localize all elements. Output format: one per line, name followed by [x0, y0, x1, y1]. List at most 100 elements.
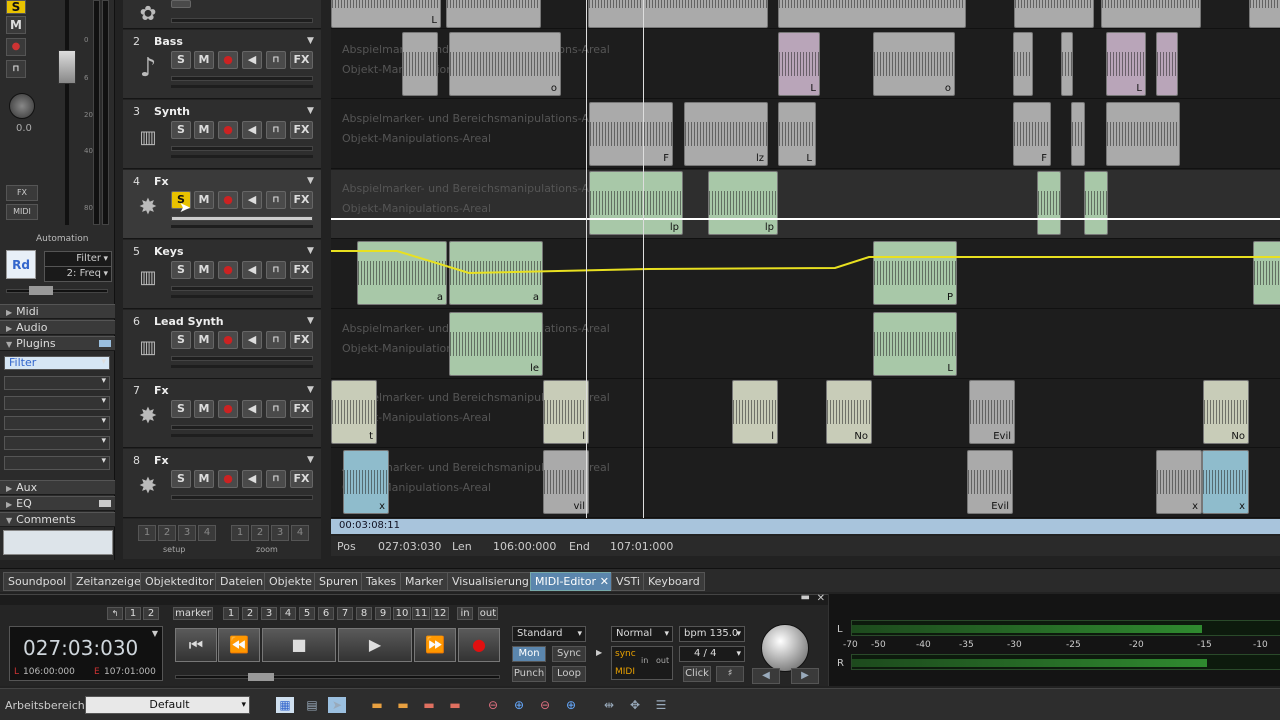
- loop-back-icon[interactable]: ↰: [107, 607, 123, 620]
- out-button[interactable]: out: [478, 607, 498, 620]
- plugin-slot-2[interactable]: [4, 376, 110, 390]
- fx-button[interactable]: FX: [290, 191, 313, 209]
- tab-objekte[interactable]: Objekte: [264, 572, 317, 591]
- section-comments[interactable]: ▼ Comments: [0, 512, 115, 527]
- audio-clip[interactable]: lp: [589, 171, 683, 235]
- marker-button-6[interactable]: 6: [318, 607, 334, 620]
- fx-dropdown[interactable]: FX: [6, 185, 38, 201]
- lock-icon[interactable]: ⊓: [266, 121, 286, 139]
- audio-clip[interactable]: L: [873, 312, 957, 376]
- track-menu-icon[interactable]: ▼: [307, 246, 314, 256]
- track-name[interactable]: Keys: [154, 245, 184, 258]
- fast-forward-button[interactable]: ⏩: [414, 628, 456, 662]
- record-arm-button[interactable]: ●: [6, 38, 26, 56]
- speaker-icon[interactable]: ◀: [242, 470, 262, 488]
- pan-bar[interactable]: [171, 225, 313, 228]
- play-button[interactable]: ▶: [338, 628, 412, 662]
- loop-button[interactable]: Loop: [552, 666, 586, 682]
- speaker-icon[interactable]: ◀: [242, 51, 262, 69]
- pan-knob[interactable]: [9, 93, 35, 119]
- audio-clip[interactable]: o: [873, 32, 955, 96]
- plugin-slot-3[interactable]: [4, 396, 110, 410]
- audio-clip[interactable]: [1084, 171, 1108, 235]
- midi-button[interactable]: MIDI: [6, 204, 38, 220]
- track-header-8[interactable]: 8 Fx ▼ ✸ S M ● ◀ ⊓ FX: [123, 449, 321, 518]
- chevron-right-icon[interactable]: ▶: [596, 648, 602, 657]
- time-counter[interactable]: 027:03:030 ▼ L 106:00:000 E 107:01:000: [9, 626, 163, 681]
- jog-back-icon[interactable]: ◀: [752, 668, 780, 684]
- record-button[interactable]: ●: [218, 51, 238, 69]
- audio-clip[interactable]: F: [1013, 102, 1051, 166]
- audio-clip[interactable]: lp: [708, 171, 778, 235]
- close-icon[interactable]: ✕: [817, 593, 825, 604]
- playback-cursor[interactable]: [643, 0, 644, 518]
- solo-button[interactable]: S: [171, 121, 191, 139]
- audio-clip[interactable]: lz: [684, 102, 768, 166]
- section-plugins[interactable]: ▼ Plugins: [0, 336, 115, 351]
- fx-button[interactable]: FX: [290, 121, 313, 139]
- lock-icon[interactable]: ⊓: [266, 470, 286, 488]
- mon-button[interactable]: Mon: [512, 646, 546, 662]
- mute-button[interactable]: M: [194, 470, 214, 488]
- lane-5[interactable]: a a P: [331, 240, 1280, 309]
- skip-back-button[interactable]: ⏮: [175, 628, 217, 662]
- track-name[interactable]: Bass: [154, 35, 183, 48]
- fx-button[interactable]: FX: [290, 51, 313, 69]
- speaker-icon[interactable]: ◀: [242, 191, 262, 209]
- track-menu-icon[interactable]: ▼: [307, 176, 314, 186]
- automation-param-select[interactable]: Filter: [44, 251, 112, 267]
- sync-midi-panel[interactable]: sync MIDI in out: [611, 646, 673, 680]
- paste-tool-icon[interactable]: ▬: [420, 697, 438, 713]
- zoom-in-icon[interactable]: ⊖: [536, 697, 554, 713]
- sync-button[interactable]: Sync: [552, 646, 586, 662]
- copy-tool-icon[interactable]: ▬: [394, 697, 412, 713]
- grid-view-icon[interactable]: ▦: [276, 697, 294, 713]
- audio-clip[interactable]: No: [826, 380, 872, 444]
- audio-clip[interactable]: L: [331, 0, 441, 28]
- track-header-4[interactable]: 4 Fx ▼ ✸ S M ● ◀ ⊓ FX ➤: [123, 170, 321, 239]
- audio-clip[interactable]: Evil: [967, 450, 1013, 514]
- track-header-5[interactable]: 5 Keys ▼ ▥ S M ● ◀ ⊓ FX: [123, 240, 321, 309]
- stop-button[interactable]: ■: [262, 628, 336, 662]
- mute-button[interactable]: M: [6, 16, 26, 34]
- section-midi[interactable]: ▶ Midi: [0, 304, 115, 319]
- audio-clip[interactable]: le: [449, 312, 543, 376]
- cut-tool-icon[interactable]: ▬: [368, 697, 386, 713]
- volume-fader[interactable]: [58, 50, 76, 84]
- record-button[interactable]: ●: [218, 331, 238, 349]
- audio-clip[interactable]: No: [1203, 380, 1249, 444]
- speaker-icon[interactable]: ◀: [242, 121, 262, 139]
- comments-box[interactable]: [3, 530, 113, 555]
- audio-clip[interactable]: o: [449, 32, 561, 96]
- pan-bar[interactable]: [171, 295, 313, 298]
- click-button[interactable]: Click: [683, 666, 711, 682]
- end-value[interactable]: 107:01:000: [610, 540, 673, 553]
- delete-tool-icon[interactable]: ▬: [446, 697, 464, 713]
- list-icon[interactable]: ☰: [652, 697, 670, 713]
- tab-vsti[interactable]: VSTi: [611, 572, 645, 591]
- audio-clip[interactable]: [1014, 0, 1094, 28]
- loop-button-1[interactable]: 1: [125, 607, 141, 620]
- track-menu-icon[interactable]: ▼: [307, 106, 314, 116]
- solo-button[interactable]: S: [171, 51, 191, 69]
- lane-6[interactable]: Abspielmarker- und Bereichsmanipulations…: [331, 310, 1280, 379]
- audio-clip[interactable]: x: [1156, 450, 1202, 514]
- time-signature-field[interactable]: 4 / 4: [679, 646, 745, 662]
- tab-visualisierung[interactable]: Visualisierung: [447, 572, 534, 591]
- close-icon[interactable]: ✕: [600, 573, 609, 590]
- audio-clip[interactable]: L: [778, 102, 816, 166]
- audio-clip[interactable]: t: [331, 380, 377, 444]
- marker-button-3[interactable]: 3: [261, 607, 277, 620]
- metronome-icon[interactable]: ♯: [716, 666, 744, 682]
- zoom-out-icon[interactable]: ⊖: [484, 697, 502, 713]
- marker-button-12[interactable]: 12: [431, 607, 449, 620]
- track-menu-icon[interactable]: ▼: [307, 316, 314, 326]
- track-menu-icon[interactable]: ▼: [307, 385, 314, 395]
- tab-objekteditor[interactable]: Objekteditor: [140, 572, 219, 591]
- record-button[interactable]: ●: [458, 628, 500, 662]
- mute-button[interactable]: M: [194, 51, 214, 69]
- zoom-button-1[interactable]: 1: [231, 525, 249, 541]
- lock-icon[interactable]: ⊓: [266, 331, 286, 349]
- pan-bar[interactable]: [171, 434, 313, 437]
- volume-bar[interactable]: [171, 146, 313, 151]
